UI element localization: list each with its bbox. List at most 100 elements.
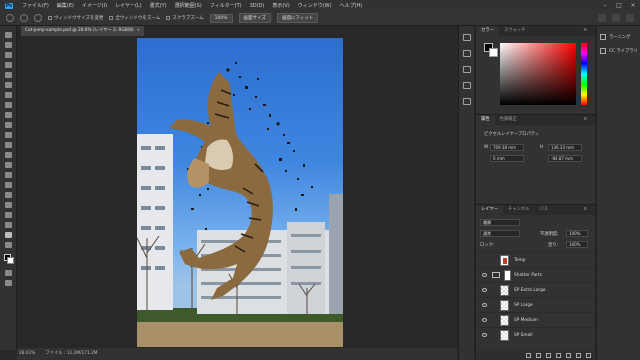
zoom-100-button[interactable]: 100% xyxy=(209,13,233,23)
color-field[interactable] xyxy=(500,43,576,105)
fit-screen-button[interactable]: 画面サイズ xyxy=(238,13,271,23)
marquee-tool-icon[interactable] xyxy=(5,42,12,48)
tab-paths[interactable]: パス xyxy=(534,205,553,215)
tab-swatches[interactable]: スウォッチ xyxy=(499,26,530,36)
tab-properties[interactable]: 属性 xyxy=(476,115,495,125)
background-color[interactable] xyxy=(489,48,498,57)
eye-icon[interactable] xyxy=(482,303,487,307)
brush-tool-icon[interactable] xyxy=(5,112,12,118)
zoom-level[interactable]: 28.61% xyxy=(19,348,35,360)
quick-mask-icon[interactable] xyxy=(5,270,12,276)
eraser-tool-icon[interactable] xyxy=(5,142,12,148)
tab-channels[interactable]: チャンネル xyxy=(503,205,534,215)
panel-menu-icon[interactable]: ≡ xyxy=(578,26,592,36)
fill-field[interactable]: 100% xyxy=(566,241,588,248)
background-color-swatch[interactable] xyxy=(7,257,14,264)
history-icon[interactable] xyxy=(463,34,471,41)
menu-layer[interactable]: レイヤー(L) xyxy=(111,2,146,9)
menu-file[interactable]: ファイル(F) xyxy=(18,2,53,9)
layer-row[interactable]: SP Small xyxy=(476,327,596,342)
zoom-tool-active-icon[interactable] xyxy=(5,232,12,238)
pen-tool-icon[interactable] xyxy=(5,182,12,188)
menu-filter[interactable]: フィルター(T) xyxy=(206,2,246,9)
layer-row[interactable]: Temp xyxy=(476,252,596,267)
scrubby-zoom-checkbox[interactable]: スクラブズーム xyxy=(166,15,204,21)
path-select-tool-icon[interactable] xyxy=(5,202,12,208)
layer-row[interactable]: SP Large xyxy=(476,297,596,312)
rectangle-tool-icon[interactable] xyxy=(5,212,12,218)
menu-select[interactable]: 選択範囲(S) xyxy=(171,2,206,9)
menu-type[interactable]: 書式(Y) xyxy=(146,2,171,9)
hand-tool-icon[interactable] xyxy=(5,222,12,228)
kind-filter[interactable]: 種類 xyxy=(480,219,520,226)
character-icon[interactable] xyxy=(463,98,471,105)
panel-menu-icon[interactable]: ≡ xyxy=(578,205,592,215)
add-mask-icon[interactable] xyxy=(546,352,551,358)
document-tab[interactable]: Cat-jump-sample.psd @ 28.6% (レイヤー 2, RGB… xyxy=(21,26,145,36)
frame-tool-icon[interactable] xyxy=(5,82,12,88)
eye-icon[interactable] xyxy=(482,333,487,337)
gradient-tool-icon[interactable] xyxy=(5,152,12,158)
maximize-icon[interactable]: □ xyxy=(612,0,626,11)
tab-color[interactable]: カラー xyxy=(476,26,499,36)
info-icon[interactable] xyxy=(463,50,471,57)
history-brush-tool-icon[interactable] xyxy=(5,132,12,138)
layer-row[interactable]: SP Medium xyxy=(476,312,596,327)
menu-3d[interactable]: 3D(D) xyxy=(246,3,269,9)
eyedropper-tool-icon[interactable] xyxy=(5,92,12,98)
hue-slider[interactable] xyxy=(581,43,587,105)
close-tab-icon[interactable]: × xyxy=(137,28,141,33)
dodge-tool-icon[interactable] xyxy=(5,172,12,178)
move-tool-icon[interactable] xyxy=(5,32,12,38)
close-icon[interactable]: × xyxy=(626,0,640,11)
quick-select-tool-icon[interactable] xyxy=(5,62,12,68)
more-tools-icon[interactable] xyxy=(5,242,12,248)
document-image[interactable] xyxy=(137,38,343,347)
menu-help[interactable]: ヘルプ(H) xyxy=(336,2,367,9)
menu-window[interactable]: ウィンドウ(W) xyxy=(294,2,336,9)
eye-icon[interactable] xyxy=(482,318,487,322)
tab-adjustments[interactable]: 色調補正 xyxy=(495,115,522,125)
new-group-icon[interactable] xyxy=(566,352,571,358)
crop-tool-icon[interactable] xyxy=(5,72,12,78)
layer-row[interactable]: SP Extra Large xyxy=(476,282,596,297)
blur-tool-icon[interactable] xyxy=(5,162,12,168)
menu-image[interactable]: イメージ(I) xyxy=(78,2,111,9)
brush-settings-icon[interactable] xyxy=(463,82,471,89)
zoom-tool-icon[interactable] xyxy=(6,14,14,22)
delete-layer-icon[interactable] xyxy=(586,352,591,358)
layer-style-icon[interactable] xyxy=(536,352,541,358)
x-field[interactable]: 0 mm xyxy=(490,155,524,162)
width-field[interactable]: 709.38 mm xyxy=(490,144,524,151)
paths-icon[interactable] xyxy=(463,66,471,73)
panel-menu-icon[interactable]: ≡ xyxy=(578,115,592,125)
libraries-panel-button[interactable]: CC ライブラリ xyxy=(600,48,638,54)
minimize-icon[interactable]: – xyxy=(598,0,612,11)
adjustment-layer-icon[interactable] xyxy=(556,352,561,358)
layer-group-row[interactable]: Shatter Parts xyxy=(476,267,596,282)
screen-mode-icon[interactable] xyxy=(5,280,12,286)
opacity-field[interactable]: 100% xyxy=(566,230,588,237)
height-field[interactable]: 136.33 mm xyxy=(548,144,582,151)
clone-stamp-tool-icon[interactable] xyxy=(5,122,12,128)
zoom-in-icon[interactable] xyxy=(20,14,28,22)
tab-layers[interactable]: レイヤー xyxy=(476,205,504,215)
canvas-area[interactable] xyxy=(17,36,457,348)
menu-view[interactable]: 表示(V) xyxy=(268,2,293,9)
eye-icon[interactable] xyxy=(482,273,487,277)
learn-panel-button[interactable]: ラーニング xyxy=(600,34,630,40)
new-layer-icon[interactable] xyxy=(576,352,581,358)
menu-edit[interactable]: 編集(E) xyxy=(53,2,78,9)
blend-mode-select[interactable]: 通常 xyxy=(480,230,520,237)
y-field[interactable]: -84.87 mm xyxy=(548,155,582,162)
lasso-tool-icon[interactable] xyxy=(5,52,12,58)
type-tool-icon[interactable] xyxy=(5,192,12,198)
workspace-icon[interactable] xyxy=(612,14,620,22)
share-icon[interactable] xyxy=(626,14,634,22)
resize-windows-checkbox[interactable]: ウィンドウサイズを変更 xyxy=(48,15,103,21)
link-layers-icon[interactable] xyxy=(526,352,531,358)
eye-icon[interactable] xyxy=(482,288,487,292)
zoom-out-icon[interactable] xyxy=(34,14,42,22)
healing-brush-tool-icon[interactable] xyxy=(5,102,12,108)
fill-screen-button[interactable]: 画面にフィット xyxy=(276,13,319,23)
